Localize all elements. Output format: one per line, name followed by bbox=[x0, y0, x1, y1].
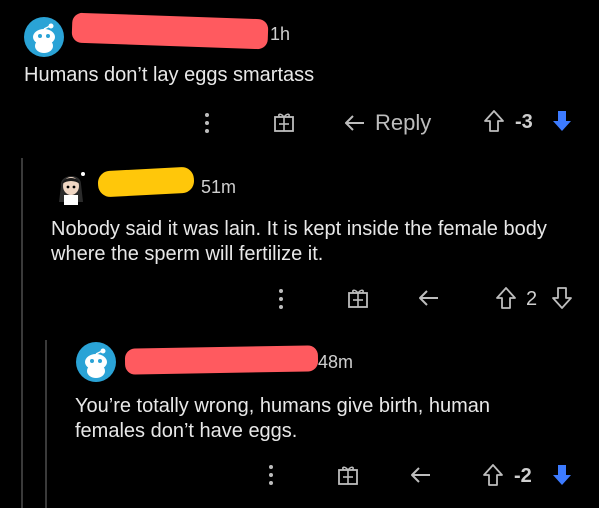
vote-score: -3 bbox=[515, 111, 533, 133]
redacted-username bbox=[97, 166, 195, 198]
downvote-button[interactable] bbox=[551, 463, 573, 487]
reply-label: Reply bbox=[375, 110, 432, 135]
user-avatar[interactable] bbox=[24, 17, 64, 57]
more-vertical-icon bbox=[279, 289, 283, 309]
comment-body: You’re totally wrong, humans give birth,… bbox=[75, 395, 491, 442]
arrow-down-icon bbox=[553, 465, 571, 485]
snoo-avatar-icon bbox=[85, 348, 107, 378]
reply-arrow-icon bbox=[345, 115, 364, 131]
more-vertical-icon bbox=[205, 113, 209, 133]
comment-body: Nobody said it was lain. It is kept insi… bbox=[51, 218, 547, 265]
comment-body: Humans don’t lay eggs smartass bbox=[24, 64, 315, 86]
gift-icon bbox=[274, 113, 294, 132]
downvote-button[interactable] bbox=[551, 286, 573, 310]
redacted-username bbox=[71, 12, 269, 50]
arrow-up-icon bbox=[483, 464, 503, 486]
upvote-button[interactable] bbox=[482, 463, 504, 487]
more-options-button[interactable] bbox=[277, 288, 285, 310]
upvote-button[interactable] bbox=[483, 109, 505, 133]
arrow-down-icon bbox=[553, 111, 571, 131]
vote-score: 2 bbox=[526, 288, 538, 310]
award-button[interactable] bbox=[337, 464, 359, 486]
downvote-button[interactable] bbox=[551, 109, 573, 133]
thread-line bbox=[21, 158, 23, 508]
comment-time: 1h bbox=[270, 24, 291, 44]
thread-line bbox=[45, 340, 47, 508]
arrow-up-icon bbox=[484, 110, 504, 132]
reply-arrow-icon bbox=[411, 467, 430, 483]
user-avatar[interactable] bbox=[76, 342, 116, 382]
reply-arrow-icon bbox=[419, 290, 438, 306]
upvote-button[interactable] bbox=[495, 286, 517, 310]
reply-button[interactable]: Reply bbox=[343, 110, 431, 136]
comment-time: 51m bbox=[201, 177, 237, 197]
comment-time: 48m bbox=[318, 352, 354, 372]
award-button[interactable] bbox=[273, 111, 295, 133]
more-vertical-icon bbox=[269, 465, 273, 485]
custom-avatar-icon bbox=[59, 172, 85, 205]
vote-score: -2 bbox=[514, 465, 532, 487]
more-options-button[interactable] bbox=[267, 464, 275, 486]
user-avatar[interactable] bbox=[53, 168, 89, 206]
arrow-down-icon bbox=[552, 287, 572, 309]
reply-button[interactable] bbox=[409, 465, 433, 485]
snoo-avatar-icon bbox=[33, 23, 55, 53]
gift-icon bbox=[348, 289, 368, 308]
award-button[interactable] bbox=[347, 287, 369, 309]
gift-icon bbox=[338, 466, 358, 485]
redacted-username bbox=[124, 345, 319, 375]
reply-button[interactable] bbox=[417, 288, 441, 308]
more-options-button[interactable] bbox=[203, 112, 211, 134]
arrow-up-icon bbox=[496, 287, 516, 309]
